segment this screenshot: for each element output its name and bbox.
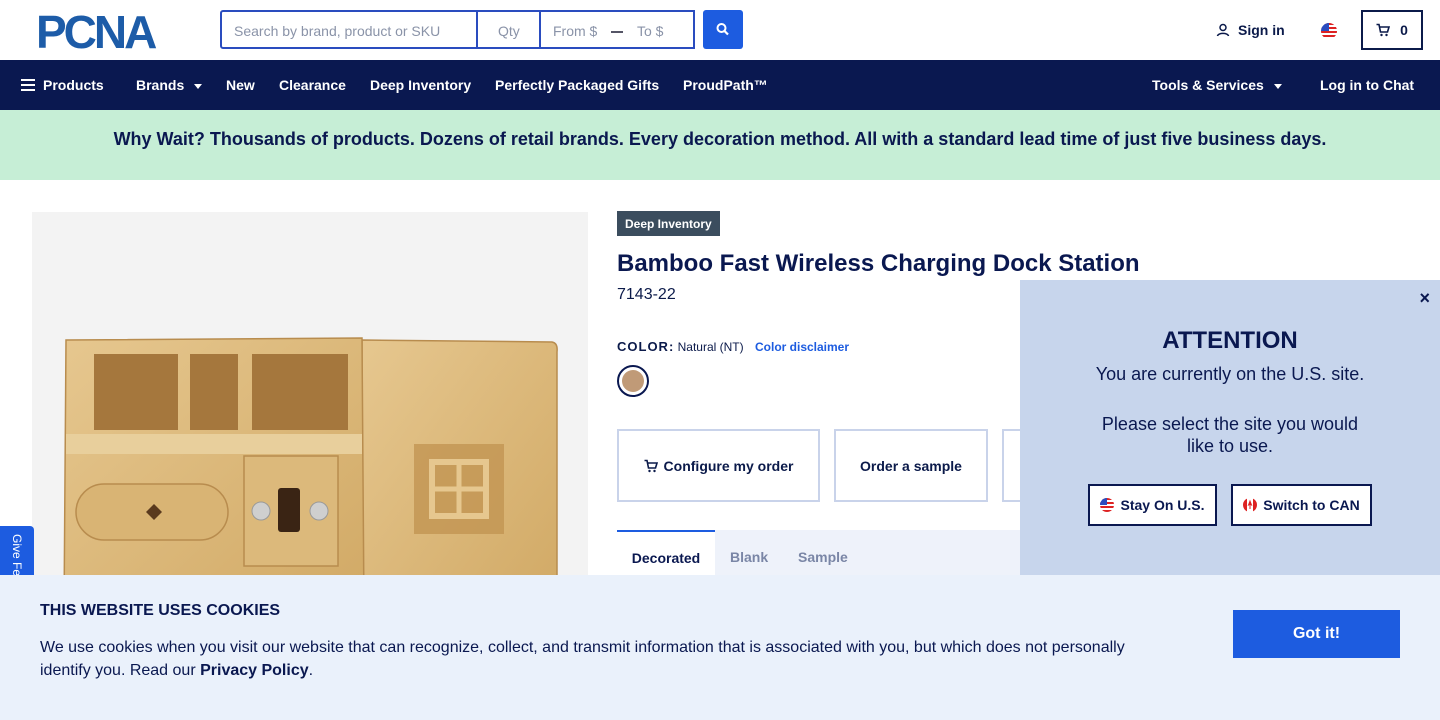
- color-disclaimer-link[interactable]: Color disclaimer: [755, 340, 849, 354]
- cart-count: 0: [1400, 22, 1408, 38]
- product-sku: 7143-22: [617, 286, 676, 303]
- stay-us-label: Stay On U.S.: [1120, 497, 1205, 513]
- nav-products[interactable]: Products: [21, 77, 104, 93]
- order-sample-button[interactable]: Order a sample: [834, 429, 988, 502]
- qty-input[interactable]: Qty: [476, 10, 541, 49]
- price-dash: [611, 31, 623, 33]
- pcna-logo[interactable]: PCNA: [36, 6, 186, 58]
- user-icon: [1216, 23, 1230, 37]
- nav-gifts[interactable]: Perfectly Packaged Gifts: [495, 77, 659, 93]
- nav-chat-login[interactable]: Log in to Chat: [1320, 77, 1414, 93]
- sign-in-link[interactable]: Sign in: [1216, 22, 1285, 38]
- product-image[interactable]: [32, 212, 588, 612]
- tab-blank[interactable]: Blank: [730, 530, 768, 580]
- price-from-input[interactable]: From $: [553, 23, 597, 39]
- cookie-period: .: [308, 662, 314, 679]
- sign-in-label: Sign in: [1238, 22, 1285, 38]
- switch-can-label: Switch to CAN: [1263, 497, 1360, 513]
- configure-order-label: Configure my order: [663, 457, 794, 474]
- privacy-policy-link[interactable]: Privacy Policy: [200, 662, 309, 679]
- cookie-text: We use cookies when you visit our websit…: [40, 636, 1150, 682]
- tab-sample[interactable]: Sample: [798, 530, 848, 580]
- switch-can-button[interactable]: Switch to CAN: [1231, 484, 1372, 526]
- search-icon: [716, 23, 729, 36]
- canada-flag-icon: [1243, 498, 1258, 512]
- modal-message: You are currently on the U.S. site.: [1095, 364, 1365, 384]
- nav-brands[interactable]: Brands: [136, 77, 203, 93]
- charging-dock-illustration: [63, 337, 558, 612]
- search-button[interactable]: [703, 10, 743, 49]
- nav-tools-services[interactable]: Tools & Services: [1152, 77, 1282, 93]
- modal-instruction: Please select the site you would like to…: [1101, 414, 1359, 456]
- nav-proudpath[interactable]: ProudPath™: [683, 77, 768, 93]
- main-nav: Products Brands New Clearance Deep Inven…: [0, 60, 1440, 110]
- site-header: PCNA Search by brand, product or SKU Qty…: [0, 0, 1440, 60]
- order-sample-label: Order a sample: [860, 457, 962, 474]
- cookie-title: THIS WEBSITE USES COOKIES: [40, 602, 281, 619]
- cookie-banner: THIS WEBSITE USES COOKIES We use cookies…: [0, 575, 1440, 720]
- chevron-down-icon: [1273, 83, 1282, 89]
- chevron-down-icon: [194, 83, 203, 89]
- color-value: Natural (NT): [677, 340, 744, 354]
- us-flag-icon[interactable]: [1321, 23, 1337, 39]
- accept-cookies-button[interactable]: Got it!: [1233, 610, 1400, 658]
- price-to-input[interactable]: To $: [637, 23, 663, 39]
- stay-us-button[interactable]: Stay On U.S.: [1088, 484, 1217, 526]
- cart-icon: [1376, 23, 1391, 37]
- cart-button[interactable]: 0: [1361, 10, 1423, 50]
- modal-title: ATTENTION: [1162, 327, 1298, 354]
- configure-order-button[interactable]: Configure my order: [617, 429, 820, 502]
- nav-products-label: Products: [43, 77, 104, 93]
- site-select-modal: × ATTENTION You are currently on the U.S…: [1020, 280, 1440, 575]
- promo-banner: Why Wait? Thousands of products. Dozens …: [0, 110, 1440, 180]
- cart-icon: [644, 459, 658, 472]
- us-flag-icon: [1100, 498, 1115, 512]
- nav-tools-label: Tools & Services: [1152, 77, 1264, 93]
- swatch-fill: [622, 370, 644, 392]
- close-icon[interactable]: ×: [1419, 288, 1430, 309]
- price-range-input[interactable]: From $ To $: [539, 10, 695, 49]
- deep-inventory-badge: Deep Inventory: [617, 211, 720, 236]
- nav-brands-label: Brands: [136, 77, 185, 93]
- nav-clearance[interactable]: Clearance: [279, 77, 346, 93]
- color-row: COLOR: Natural (NT) Color disclaimer: [617, 339, 849, 354]
- product-title: Bamboo Fast Wireless Charging Dock Stati…: [617, 250, 1140, 277]
- color-label: COLOR:: [617, 339, 675, 354]
- color-swatch-natural[interactable]: [617, 365, 649, 397]
- tab-decorated[interactable]: Decorated: [617, 530, 715, 580]
- nav-new[interactable]: New: [226, 77, 255, 93]
- search-input[interactable]: Search by brand, product or SKU: [220, 10, 478, 49]
- nav-deep-inventory[interactable]: Deep Inventory: [370, 77, 471, 93]
- hamburger-icon: [21, 79, 35, 91]
- promo-text: Why Wait? Thousands of products. Dozens …: [113, 129, 1327, 149]
- svg-text:PCNA: PCNA: [36, 11, 156, 51]
